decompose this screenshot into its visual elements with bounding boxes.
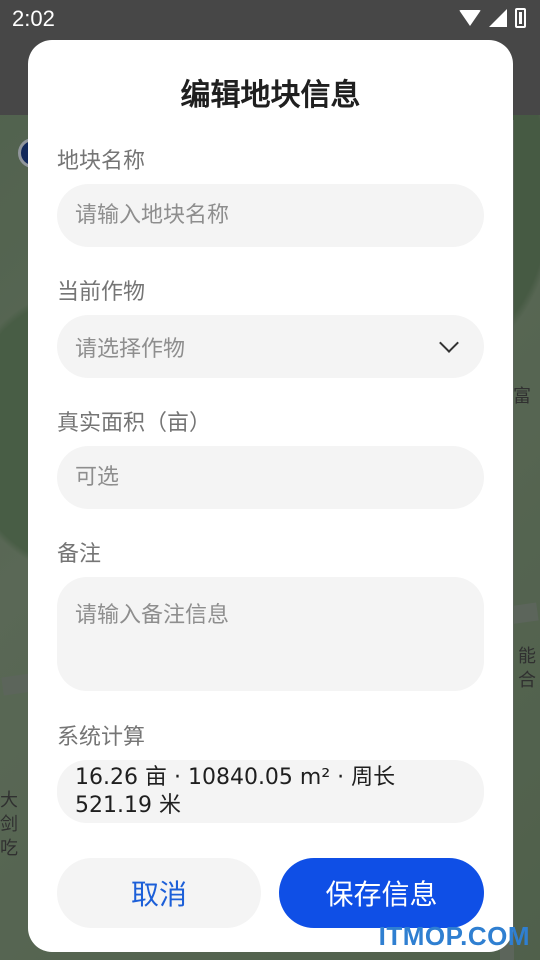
plot-name-input[interactable]: [75, 203, 466, 228]
cancel-button[interactable]: 取消: [57, 858, 261, 928]
wifi-icon: [459, 10, 481, 26]
chevron-down-icon: [439, 332, 459, 353]
status-bar: 2:02: [0, 0, 540, 38]
save-button[interactable]: 保存信息: [279, 858, 484, 928]
crop-select-placeholder: 请选择作物: [75, 336, 186, 362]
watermark-text: ITMOP.COM: [378, 921, 530, 951]
area-label: 真实面积（亩）: [57, 411, 212, 436]
area-field[interactable]: [57, 446, 484, 509]
plot-name-field[interactable]: [57, 184, 484, 247]
remark-label: 备注: [57, 542, 102, 567]
status-time: 2:02: [12, 6, 55, 31]
signal-icon: [489, 9, 507, 27]
remark-textarea[interactable]: [75, 597, 466, 667]
battery-icon: [515, 8, 526, 28]
area-input[interactable]: [75, 465, 466, 490]
status-icons: [459, 8, 526, 28]
remark-field[interactable]: [57, 577, 484, 691]
plot-name-label: 地块名称: [57, 149, 146, 174]
dialog-title: 编辑地块信息: [180, 78, 361, 113]
crop-label: 当前作物: [57, 280, 146, 305]
edit-plot-dialog: 编辑地块信息 地块名称 当前作物 请选择作物 真实面积（亩） 备注 系统计算 1…: [28, 40, 513, 952]
system-calc-label: 系统计算: [57, 725, 146, 750]
system-calc-value: 16.26 亩 · 10840.05 m² · 周长521.19 米: [57, 760, 484, 823]
crop-select[interactable]: 请选择作物: [57, 315, 484, 378]
